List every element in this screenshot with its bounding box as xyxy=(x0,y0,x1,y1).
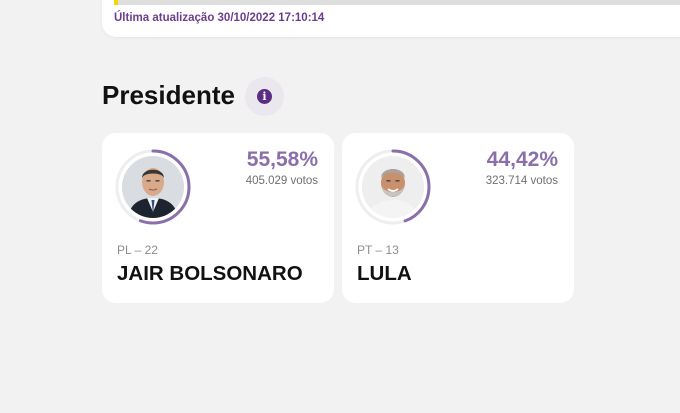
info-icon: i xyxy=(257,89,272,104)
vote-count: 405.029 votos xyxy=(245,175,318,187)
candidate-avatar-wrap xyxy=(114,148,192,226)
vote-count: 323.714 votos xyxy=(485,175,558,187)
info-button[interactable]: i xyxy=(245,77,284,116)
update-card: Última atualização 30/10/2022 17:10:14 xyxy=(102,0,680,37)
section-title: Presidente xyxy=(102,80,235,110)
candidate-avatar-wrap xyxy=(354,148,432,226)
vote-percent: 44,42% xyxy=(486,148,558,171)
candidate-card-bolsonaro[interactable]: 55,58% 405.029 votos PL – 22 JAIR BOLSON… xyxy=(102,133,334,303)
candidate-card-lula[interactable]: 44,42% 323.714 votos PT – 13 LULA xyxy=(342,133,574,303)
candidate-name: JAIR BOLSONARO xyxy=(117,262,303,285)
vote-percent: 55,58% xyxy=(246,148,318,171)
last-update-text: Última atualização 30/10/2022 17:10:14 xyxy=(114,12,325,24)
count-progress-fill xyxy=(114,0,119,5)
party-label: PT – 13 xyxy=(357,243,399,257)
party-label: PL – 22 xyxy=(117,243,158,257)
count-progress-track xyxy=(114,0,680,5)
avatar xyxy=(122,156,184,218)
candidate-name: LULA xyxy=(357,262,412,285)
avatar xyxy=(362,156,424,218)
